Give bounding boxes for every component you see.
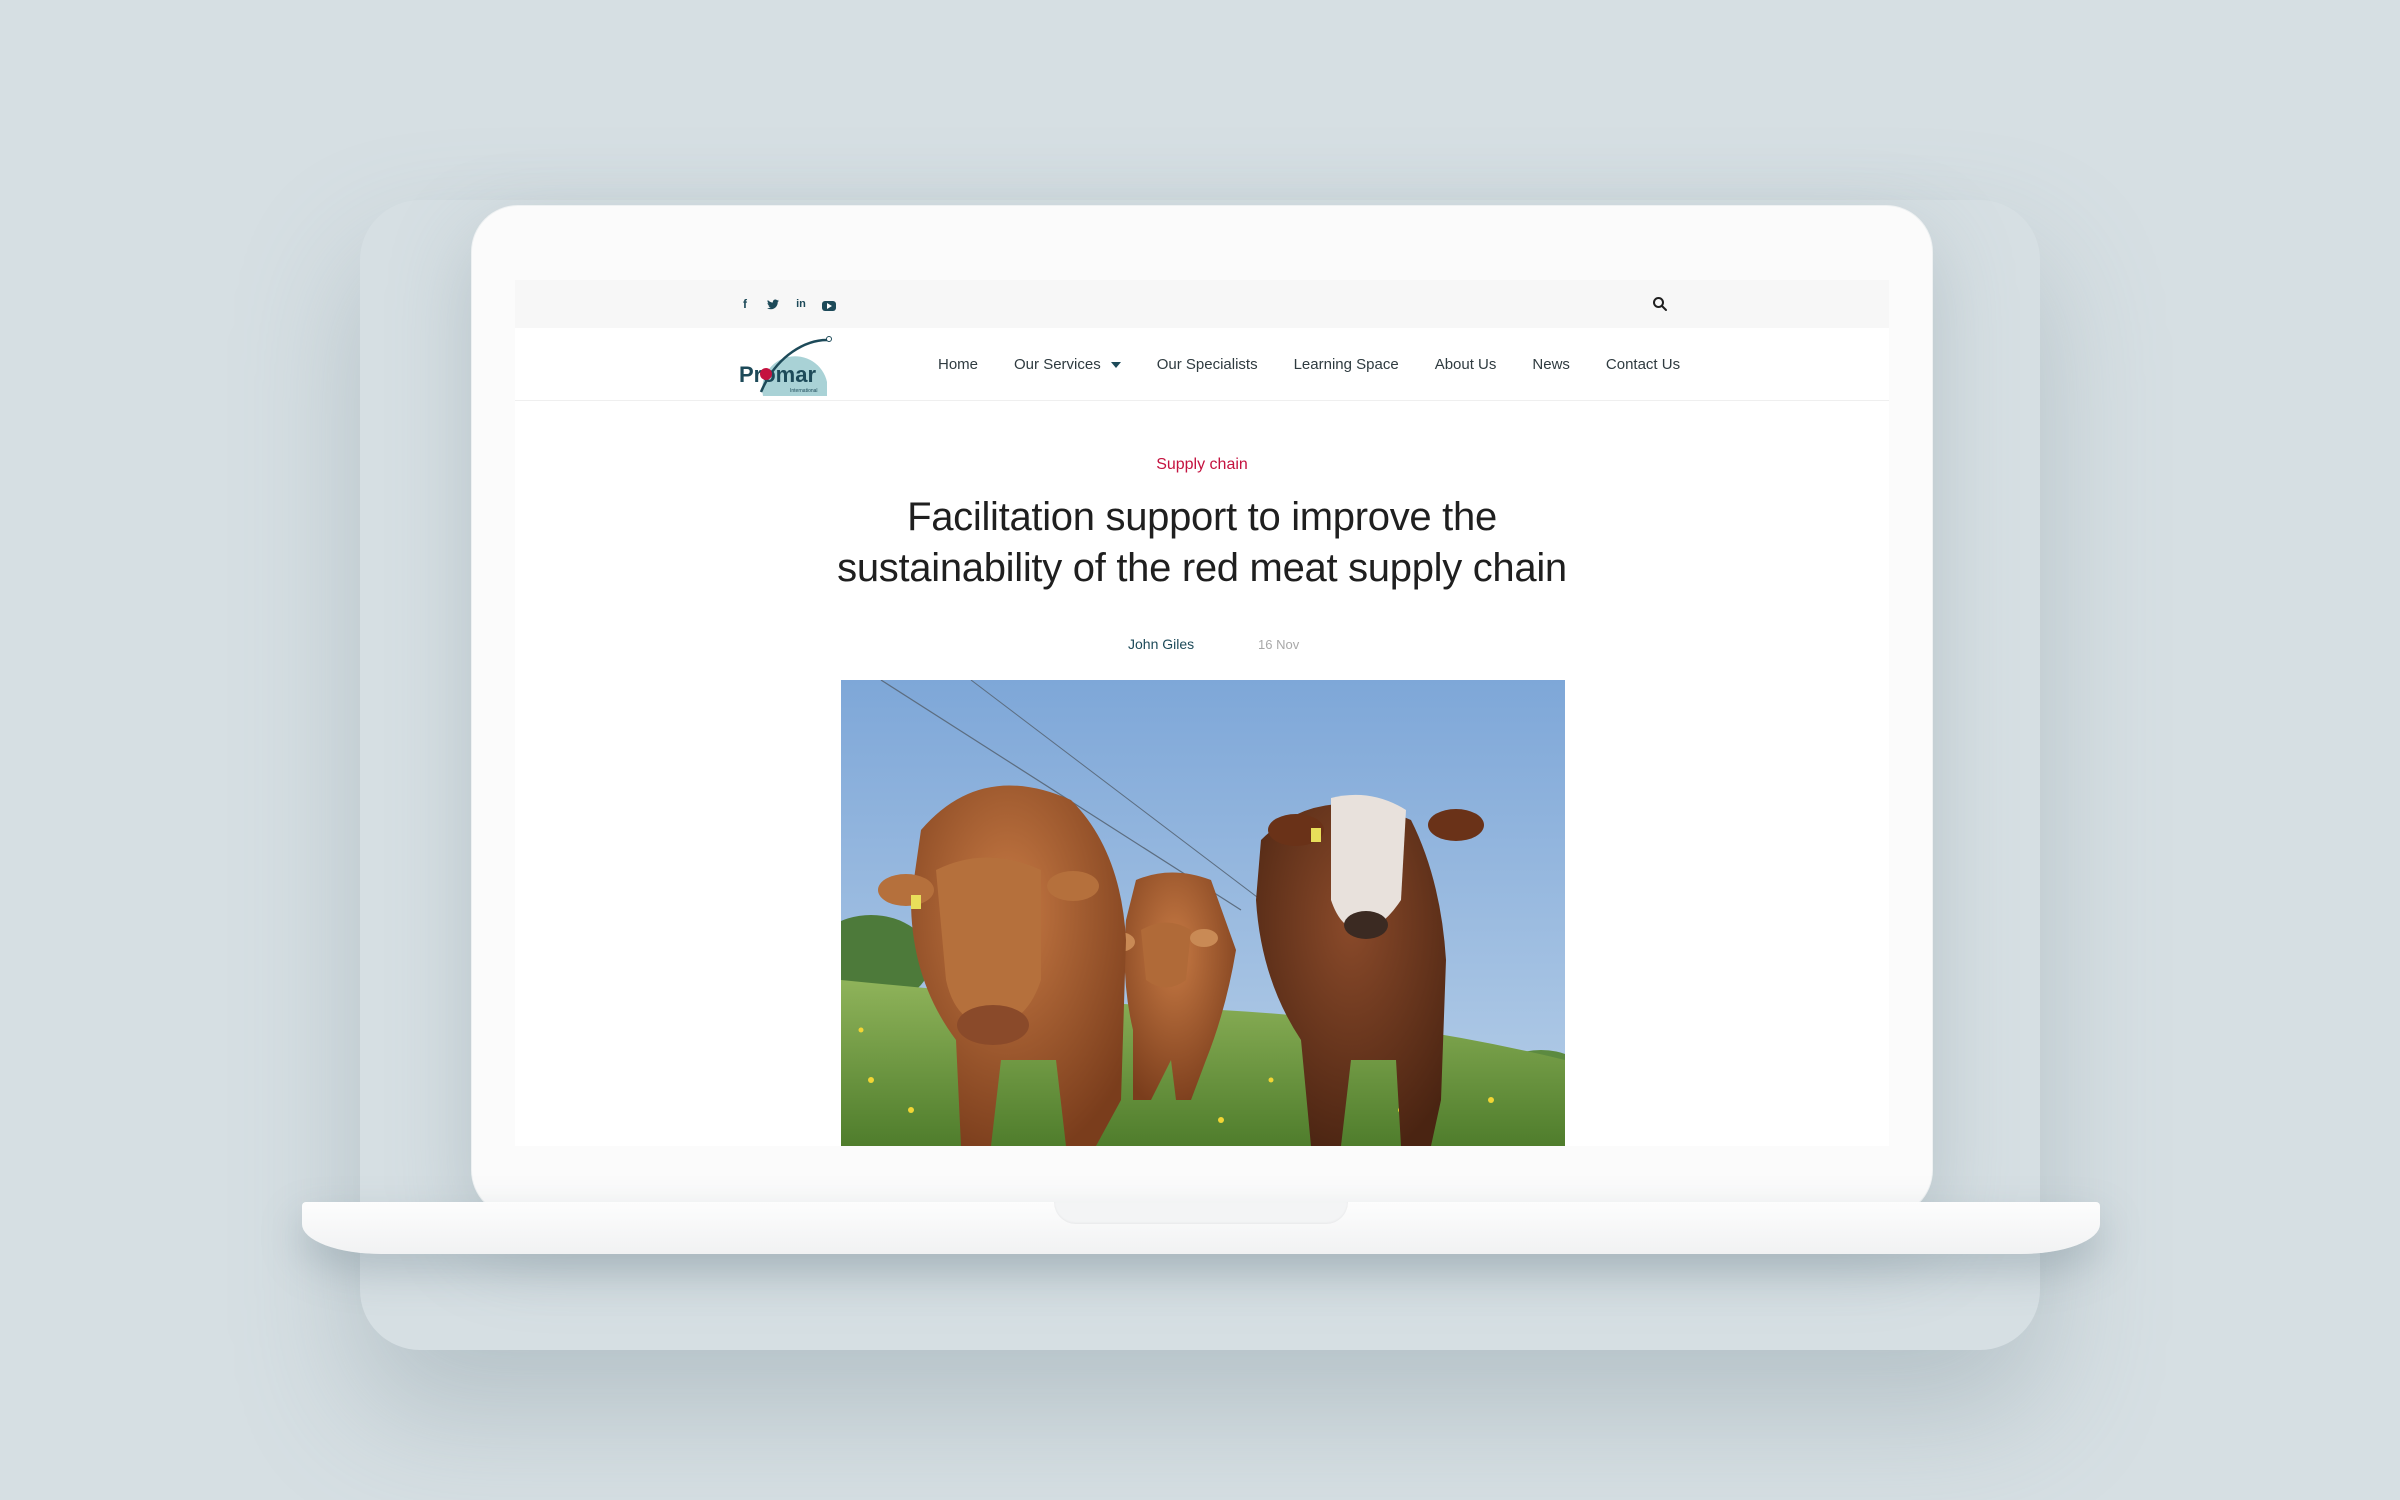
article-author[interactable]: John Giles [1128,636,1194,652]
facebook-icon[interactable]: f [737,296,753,312]
nav-item-learning-space[interactable]: Learning Space [1294,356,1399,373]
youtube-icon[interactable] [821,296,837,312]
browser-screen: f in Promar International Home Our Servi… [515,280,1889,1146]
chevron-down-icon [1110,362,1121,368]
social-links: f in [737,296,837,312]
nav-item-label: Our Services [1014,356,1101,373]
social-top-bar: f in [515,280,1889,328]
nav-item-home[interactable]: Home [938,356,978,373]
nav-item-contact-us[interactable]: Contact Us [1606,356,1680,373]
laptop-notch [1054,1202,1348,1224]
nav-item-our-services[interactable]: Our Services [1014,356,1121,373]
search-icon[interactable] [1652,296,1668,312]
linkedin-icon[interactable]: in [793,296,809,312]
twitter-icon[interactable] [765,296,781,312]
nav-item-our-specialists[interactable]: Our Specialists [1157,356,1258,373]
main-navigation-bar: Promar International Home Our Services O… [515,328,1889,401]
nav-menu: Home Our Services Our Specialists Learni… [938,356,1716,373]
logo-text: Promar [739,362,816,387]
nav-item-news[interactable]: News [1532,356,1570,373]
article-hero-image [841,680,1565,1146]
nav-item-about-us[interactable]: About Us [1435,356,1497,373]
logo-subtext: International [790,388,818,394]
article-date: 16 Nov [1258,637,1300,652]
promar-logo[interactable]: Promar International [737,334,833,396]
article-category[interactable]: Supply chain [515,456,1889,474]
article-title: Facilitation support to improve the sust… [837,495,1567,590]
